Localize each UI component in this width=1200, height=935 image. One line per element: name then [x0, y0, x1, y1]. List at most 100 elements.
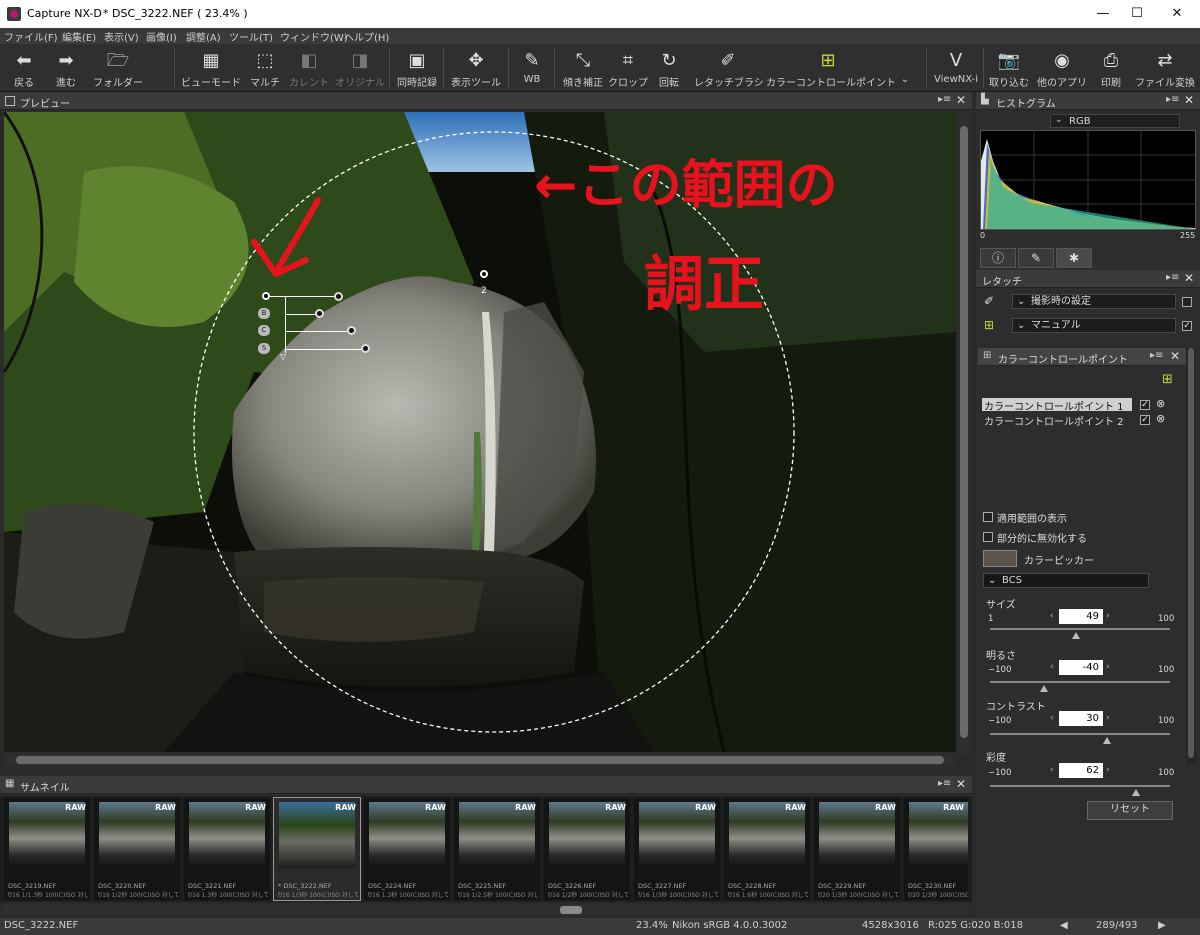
ccp-b-slider[interactable]: [285, 314, 319, 315]
ccp-list-item-2[interactable]: カラーコントロールポイント 2: [984, 413, 1124, 428]
status-next-button[interactable]: ▶: [1158, 920, 1166, 931]
reset-button[interactable]: リセット: [1087, 801, 1173, 820]
ccp-size-slider[interactable]: [270, 296, 338, 297]
thumbnail-item[interactable]: RAWDSC_3230.NEFf/20 1/3秒 100(C)ISO 対して約.…: [904, 798, 968, 900]
brightness-increment-icon[interactable]: ›: [1106, 662, 1110, 672]
brightness-decrement-icon[interactable]: ‹: [1050, 662, 1054, 672]
saturation-slider-knob[interactable]: [1131, 789, 1140, 796]
saturation-increment-icon[interactable]: ›: [1106, 765, 1110, 775]
ccp-size-knob[interactable]: [334, 292, 343, 301]
brightness-value-input[interactable]: -40: [1059, 660, 1103, 675]
menu-image[interactable]: 画像(I): [146, 29, 177, 44]
partial-disable-checkbox[interactable]: [983, 532, 993, 542]
panel-menu-icon[interactable]: ▸≡: [938, 94, 951, 105]
thumbnail-scrollbar[interactable]: [4, 904, 968, 916]
original-button[interactable]: ◨ オリジナル: [334, 46, 386, 90]
histogram-channel-select[interactable]: ⌄ RGB: [1050, 114, 1180, 128]
tab-adjust[interactable]: ✱: [1056, 248, 1092, 268]
ccp-c-slider[interactable]: [285, 331, 351, 332]
status-prev-button[interactable]: ◀: [1060, 920, 1068, 931]
print-button[interactable]: ⎙ 印刷: [1094, 46, 1128, 90]
menu-edit[interactable]: 編集(E): [62, 29, 96, 44]
panel-close-icon[interactable]: ✕: [956, 93, 966, 107]
thumbnail-item[interactable]: RAWDSC_3228.NEFf/16 1.6秒 100(C)ISO 対して約.…: [724, 798, 810, 900]
ccp-b-knob[interactable]: [315, 309, 324, 318]
contrast-slider-track[interactable]: [990, 733, 1170, 735]
ccp-mode-select[interactable]: ⌄ BCS: [983, 573, 1149, 588]
thumbnail-item[interactable]: RAWDSC_3220.NEFf/16 1/2秒 100(C)ISO 対して約.…: [94, 798, 180, 900]
add-ccp-button[interactable]: ⊞: [1162, 372, 1173, 387]
brightness-slider-knob[interactable]: [1040, 685, 1048, 692]
preview-horizontal-scrollbar[interactable]: [4, 754, 956, 766]
color-picker-swatch[interactable]: [983, 550, 1017, 567]
thumbnail-item[interactable]: RAWDSC_3221.NEFf/16 1.3秒 100(C)ISO 対して約.…: [184, 798, 270, 900]
ccp-s-knob[interactable]: [361, 344, 370, 353]
menu-file[interactable]: ファイル(F): [4, 29, 58, 44]
panel-close-icon[interactable]: ✕: [1184, 271, 1194, 285]
thumbnail-item[interactable]: RAWDSC_3229.NEFf/20 1/3秒 100(C)ISO 対して約.…: [814, 798, 900, 900]
preview-vertical-scrollbar[interactable]: [958, 112, 970, 754]
ccp-button[interactable]: ⊞ カラーコントロールポイント: [766, 46, 896, 90]
ccp-s-slider[interactable]: [285, 349, 365, 350]
crop-button[interactable]: ⌗ クロップ: [608, 46, 648, 90]
current-button[interactable]: ◧ カレント: [288, 46, 330, 90]
contrast-decrement-icon[interactable]: ‹: [1050, 713, 1054, 723]
menu-view[interactable]: 表示(V): [104, 29, 139, 44]
brightness-slider-track[interactable]: [990, 681, 1170, 683]
saturation-value-input[interactable]: 62: [1059, 763, 1103, 778]
tab-info[interactable]: ⓘ: [980, 248, 1016, 268]
size-decrement-icon[interactable]: ‹: [1050, 611, 1054, 621]
tilt-button[interactable]: ⤡ 傾き補正: [560, 46, 606, 90]
menu-window[interactable]: ウィンドウ(W): [280, 29, 348, 44]
menu-adjust[interactable]: 調整(A): [186, 29, 221, 44]
ccp-1-delete-icon[interactable]: ⊗: [1156, 397, 1165, 410]
multi-button[interactable]: ⬚ マルチ: [246, 46, 284, 90]
rotate-button[interactable]: ↻ 回転: [650, 46, 688, 90]
folder-button[interactable]: 🗁 フォルダー: [90, 46, 146, 90]
retouch-manual-select[interactable]: ⌄ マニュアル: [1012, 318, 1176, 333]
close-button[interactable]: ✕: [1154, 3, 1200, 25]
thumbnail-item[interactable]: RAWDSC_3227.NEFf/16 1/3秒 100(C)ISO 対して約.…: [634, 798, 720, 900]
thumbnail-item[interactable]: RAWDSC_3219.NEFf/16 1/1.3秒 100(C)ISO 対して…: [4, 798, 90, 900]
back-button[interactable]: ⬅ 戻る: [6, 46, 42, 90]
image-preview[interactable]: 2 B C S ▽ ←この範囲の 調正: [4, 112, 956, 752]
wb-button[interactable]: ✎ WB: [516, 46, 548, 90]
convert-button[interactable]: ⇄ ファイル変換: [1134, 46, 1196, 90]
ccp-point-2[interactable]: [480, 270, 488, 278]
panel-menu-icon[interactable]: ▸≡: [1166, 94, 1179, 105]
thumbnail-item[interactable]: RAWDSC_3224.NEFf/16 1.3秒 100(C)ISO 対して約.…: [364, 798, 450, 900]
size-slider-knob[interactable]: [1072, 632, 1081, 639]
panel-close-icon[interactable]: ✕: [1170, 349, 1180, 363]
size-slider-track[interactable]: [990, 628, 1170, 630]
ccp-1-enable-checkbox[interactable]: ✓: [1140, 400, 1150, 410]
retouch-brush-button[interactable]: ✐ レタッチブラシ: [694, 46, 764, 90]
ccp-collapse-icon[interactable]: ▽: [280, 352, 286, 361]
ccp-scrollbar[interactable]: [1186, 348, 1196, 764]
ccp-point-1[interactable]: [262, 292, 270, 300]
retouch-shooting-settings-select[interactable]: ⌄ 撮影時の設定: [1012, 294, 1176, 309]
ccp-c-knob[interactable]: [347, 326, 356, 335]
tab-edit[interactable]: ✎: [1018, 248, 1054, 268]
menu-help[interactable]: ヘルプ(H): [344, 29, 389, 44]
thumbnail-item-selected[interactable]: RAW * DSC_3222.NEF f/16 1/3秒 100(C)ISO 対して…: [273, 797, 361, 901]
panel-menu-icon[interactable]: ▸≡: [938, 778, 951, 789]
forward-button[interactable]: ➡ 進む: [48, 46, 84, 90]
other-apps-button[interactable]: ◉ 他のアプリ: [1034, 46, 1090, 90]
viewmode-button[interactable]: ▦ ビューモード: [180, 46, 242, 90]
panel-menu-icon[interactable]: ▸≡: [1150, 350, 1163, 361]
saturation-slider-track[interactable]: [990, 785, 1170, 787]
retouch-manual-checkbox[interactable]: ✓: [1182, 321, 1192, 331]
ccp-2-enable-checkbox[interactable]: ✓: [1140, 415, 1150, 425]
size-value-input[interactable]: 49: [1059, 609, 1103, 624]
thumbnail-item[interactable]: RAWDSC_3225.NEFf/16 1/2.5秒 100(C)ISO 対して…: [454, 798, 540, 900]
ccp-2-delete-icon[interactable]: ⊗: [1156, 412, 1165, 425]
contrast-slider-knob[interactable]: [1103, 737, 1111, 744]
menu-tools[interactable]: ツール(T): [229, 29, 273, 44]
size-increment-icon[interactable]: ›: [1106, 611, 1110, 621]
import-button[interactable]: 📷 取り込む: [988, 46, 1030, 90]
show-range-checkbox[interactable]: [983, 512, 993, 522]
contrast-increment-icon[interactable]: ›: [1106, 713, 1110, 723]
viewnx-button[interactable]: V ViewNX-i: [932, 46, 980, 90]
panel-menu-icon[interactable]: ▸≡: [1166, 272, 1179, 283]
panel-close-icon[interactable]: ✕: [1184, 93, 1194, 107]
